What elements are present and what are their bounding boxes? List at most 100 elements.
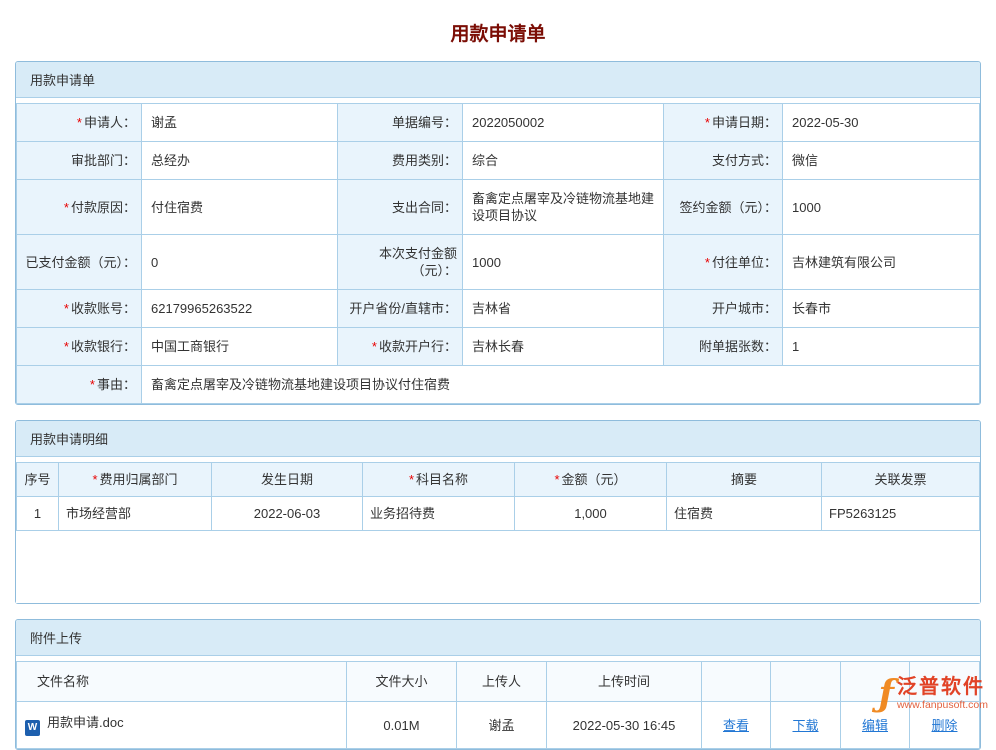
column-date: 发生日期 xyxy=(212,463,363,497)
form-row-1: *申请人： 谢孟 单据编号： 2022050002 *申请日期： 2022-05… xyxy=(17,104,980,142)
label-reason: *事由： xyxy=(17,366,142,404)
column-summary: 摘要 xyxy=(667,463,822,497)
column-file-size: 文件大小 xyxy=(347,662,457,702)
required-marker: * xyxy=(409,472,414,487)
cell-amount: 1,000 xyxy=(515,497,667,531)
required-marker: * xyxy=(64,339,69,354)
label-text: 审批部门： xyxy=(71,153,136,168)
form-row-6: *收款银行： 中国工商银行 *收款开户行： 吉林长春 附单据张数： 1 xyxy=(17,328,980,366)
value-contract: 畜禽定点屠宰及冷链物流基地建设项目协议 xyxy=(463,180,664,235)
label-text: 收款银行： xyxy=(71,339,136,354)
label-account-no: *收款账号： xyxy=(17,290,142,328)
value-apply-date: 2022-05-30 xyxy=(783,104,980,142)
required-marker: * xyxy=(554,472,559,487)
cell-action-download: 下载 xyxy=(771,702,841,749)
cell-uploader: 谢孟 xyxy=(457,702,547,749)
column-file-name: 文件名称 xyxy=(17,662,347,702)
value-current-amount: 1000 xyxy=(463,235,664,290)
column-uploader: 上传人 xyxy=(457,662,547,702)
value-paid-amount: 0 xyxy=(142,235,338,290)
value-bank: 中国工商银行 xyxy=(142,328,338,366)
value-approve-dept: 总经办 xyxy=(142,142,338,180)
label-text: 申请日期： xyxy=(712,115,777,130)
label-applicant: *申请人： xyxy=(17,104,142,142)
delete-link[interactable]: 删除 xyxy=(931,718,957,733)
label-contract: 支出合同： xyxy=(338,180,463,235)
value-pay-reason: 付住宿费 xyxy=(142,180,338,235)
label-text: 支出合同： xyxy=(392,200,457,215)
label-text: 费用类别： xyxy=(392,153,457,168)
value-account-no: 62179965263522 xyxy=(142,290,338,328)
cell-invoice: FP5263125 xyxy=(822,497,980,531)
label-text: 签约金额（元）： xyxy=(679,200,777,215)
word-doc-icon: W xyxy=(25,720,40,736)
label-text: 单据编号： xyxy=(392,115,457,130)
cell-file-size: 0.01M xyxy=(347,702,457,749)
label-doc-count: 附单据张数： xyxy=(664,328,783,366)
label-doc-no: 单据编号： xyxy=(338,104,463,142)
required-marker: * xyxy=(64,200,69,215)
required-marker: * xyxy=(705,115,710,130)
column-dept: *费用归属部门 xyxy=(59,463,212,497)
required-marker: * xyxy=(64,301,69,316)
label-approve-dept: 审批部门： xyxy=(17,142,142,180)
label-paid-amount: 已支付金额（元）： xyxy=(17,235,142,290)
edit-link[interactable]: 编辑 xyxy=(862,718,888,733)
form-row-5: *收款账号： 62179965263522 开户省份/直辖市： 吉林省 开户城市… xyxy=(17,290,980,328)
form-row-7: *事由： 畜禽定点屠宰及冷链物流基地建设项目协议付住宿费 xyxy=(17,366,980,404)
value-doc-count: 1 xyxy=(783,328,980,366)
label-bank-branch: *收款开户行： xyxy=(338,328,463,366)
detail-panel-title: 用款申请明细 xyxy=(16,421,980,457)
attachment-row: W 用款申请.doc 0.01M 谢孟 2022-05-30 16:45 查看 下… xyxy=(17,702,980,749)
label-text: 已支付金额（元）： xyxy=(25,255,136,270)
value-city: 长春市 xyxy=(783,290,980,328)
download-link[interactable]: 下载 xyxy=(792,718,818,733)
file-name-text: 用款申请.doc xyxy=(47,715,124,730)
cell-action-delete: 删除 xyxy=(910,702,980,749)
label-text: 事由： xyxy=(97,377,136,392)
form-row-2: 审批部门： 总经办 费用类别： 综合 支付方式： 微信 xyxy=(17,142,980,180)
view-link[interactable]: 查看 xyxy=(723,718,749,733)
label-bank: *收款银行： xyxy=(17,328,142,366)
label-contract-amount: 签约金额（元）： xyxy=(664,180,783,235)
attachment-panel: 附件上传 文件名称 文件大小 上传人 上传时间 W用款申请.doc 0.01M … xyxy=(15,619,981,750)
label-pay-method: 支付方式： xyxy=(664,142,783,180)
label-text: 付款原因： xyxy=(71,200,136,215)
column-label: 金额（元） xyxy=(562,472,627,487)
payment-request-panel-title: 用款申请单 xyxy=(16,62,980,98)
label-text: 申请人： xyxy=(84,115,136,130)
value-expense-type: 综合 xyxy=(463,142,664,180)
label-apply-date: *申请日期： xyxy=(664,104,783,142)
cell-action-edit: 编辑 xyxy=(841,702,910,749)
page-title: 用款申请单 xyxy=(0,0,996,61)
column-label: 科目名称 xyxy=(416,472,468,487)
label-pay-reason: *付款原因： xyxy=(17,180,142,235)
detail-row: 1 市场经营部 2022-06-03 业务招待费 1,000 住宿费 FP526… xyxy=(17,497,980,531)
cell-file-name: W 用款申请.doc xyxy=(17,702,347,749)
column-invoice: 关联发票 xyxy=(822,463,980,497)
payment-request-form-table: *申请人： 谢孟 单据编号： 2022050002 *申请日期： 2022-05… xyxy=(16,103,980,404)
required-marker: * xyxy=(372,339,377,354)
label-text: 开户省份/直辖市： xyxy=(349,301,457,316)
required-marker: * xyxy=(90,377,95,392)
value-payee-unit: 吉林建筑有限公司 xyxy=(783,235,980,290)
value-reason: 畜禽定点屠宰及冷链物流基地建设项目协议付住宿费 xyxy=(142,366,980,404)
cell-date: 2022-06-03 xyxy=(212,497,363,531)
attachment-table: 文件名称 文件大小 上传人 上传时间 W用款申请.doc 0.01M 谢孟 20… xyxy=(16,661,980,749)
cell-upload-time: 2022-05-30 16:45 xyxy=(547,702,702,749)
label-expense-type: 费用类别： xyxy=(338,142,463,180)
value-contract-amount: 1000 xyxy=(783,180,980,235)
label-text: 付往单位： xyxy=(712,255,777,270)
column-label: 费用归属部门 xyxy=(100,472,178,487)
label-payee-unit: *付往单位： xyxy=(664,235,783,290)
cell-summary: 住宿费 xyxy=(667,497,822,531)
form-row-3: *付款原因： 付住宿费 支出合同： 畜禽定点屠宰及冷链物流基地建设项目协议 签约… xyxy=(17,180,980,235)
label-city: 开户城市： xyxy=(664,290,783,328)
required-marker: * xyxy=(92,472,97,487)
cell-subject: 业务招待费 xyxy=(363,497,515,531)
attachment-panel-title: 附件上传 xyxy=(16,620,980,656)
column-subject: *科目名称 xyxy=(363,463,515,497)
label-text: 附单据张数： xyxy=(699,339,777,354)
column-action-spacer xyxy=(841,662,910,702)
column-action-spacer xyxy=(771,662,841,702)
